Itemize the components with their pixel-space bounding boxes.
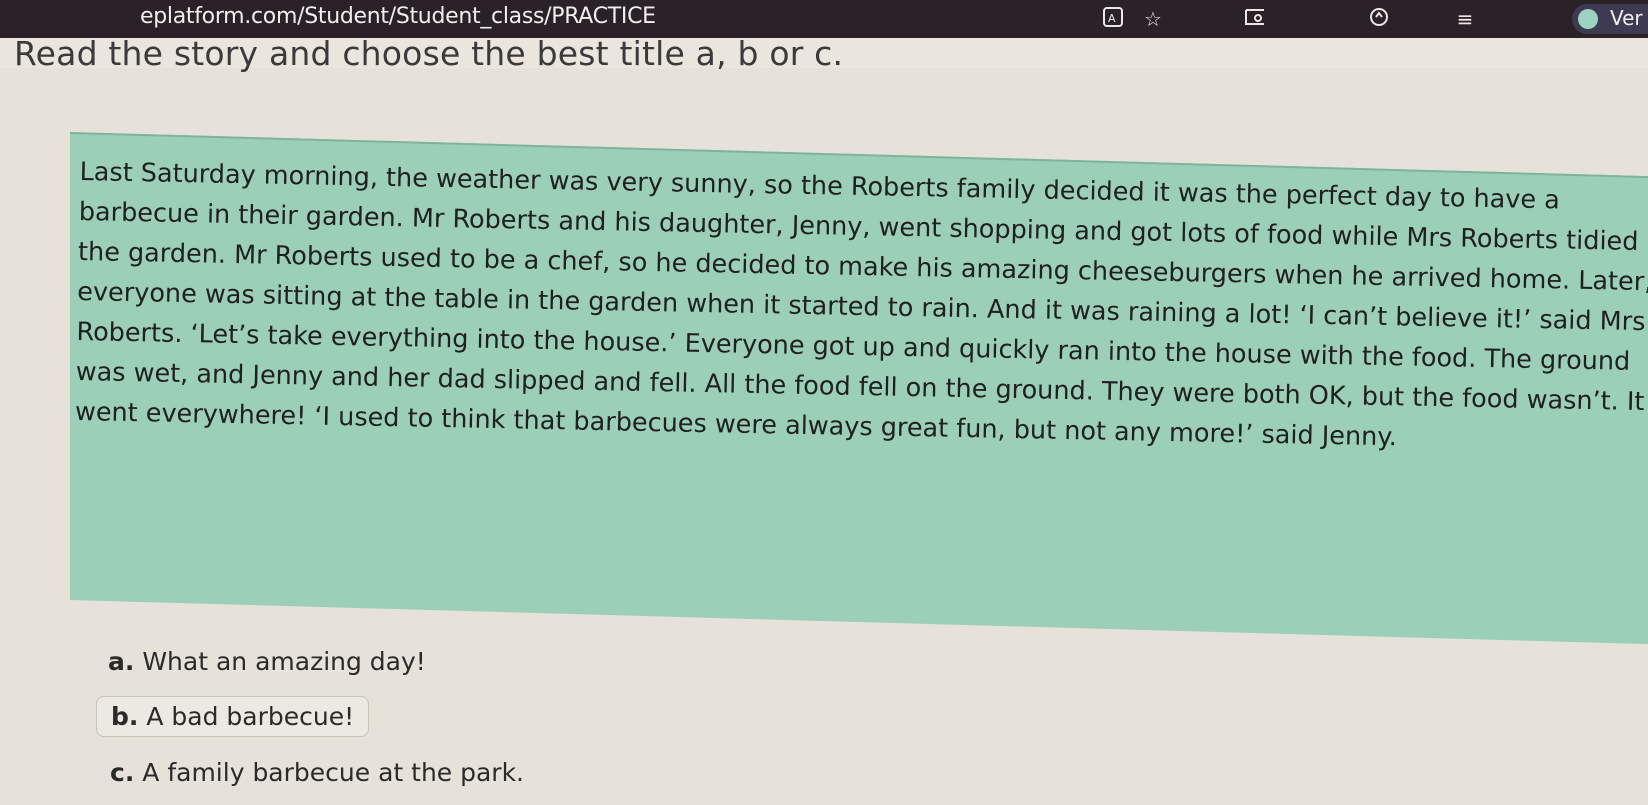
option-b[interactable]: b. A bad barbecue! [96, 696, 370, 737]
option-letter: c. [110, 758, 135, 787]
exercise-instruction: Read the story and choose the best title… [14, 34, 844, 73]
option-a[interactable]: a. What an amazing day! [108, 647, 426, 676]
option-letter: b. [111, 702, 139, 731]
option-text: A bad barbecue! [146, 702, 355, 731]
avatar [1578, 9, 1598, 29]
svg-text:A: A [1108, 12, 1116, 25]
profile-label: Ver [1610, 6, 1643, 30]
option-letter: a. [108, 647, 135, 676]
option-c[interactable]: c. A family barbecue at the park. [110, 758, 524, 787]
story-text: Last Saturday morning, the weather was v… [75, 152, 1648, 462]
star-icon[interactable]: ☆ [1140, 6, 1166, 32]
extension-icon[interactable] [1366, 6, 1392, 32]
reading-mode-icon[interactable] [1242, 6, 1268, 32]
translate-icon[interactable]: A [1100, 6, 1126, 32]
option-text: A family barbecue at the park. [142, 758, 525, 787]
address-bar-url[interactable]: eplatform.com/Student/Student_class/PRAC… [140, 4, 656, 29]
browser-toolbar: eplatform.com/Student/Student_class/PRAC… [0, 0, 1648, 38]
playlist-icon[interactable]: ≡ [1452, 6, 1478, 32]
option-text: What an amazing day! [142, 647, 426, 676]
